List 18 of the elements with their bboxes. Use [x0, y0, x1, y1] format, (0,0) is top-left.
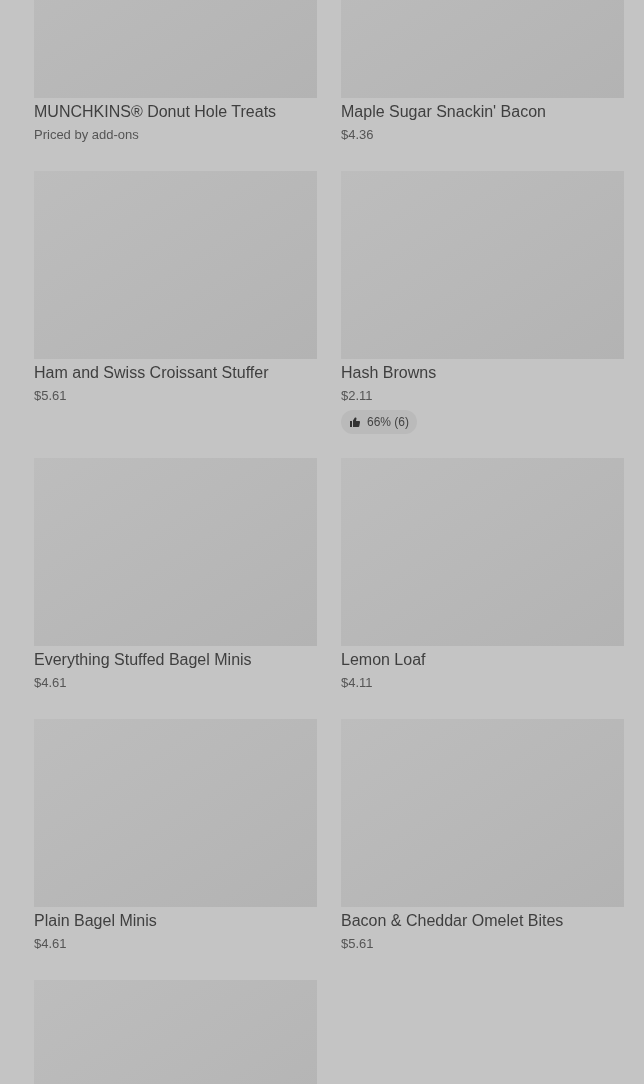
item-name: Bacon & Cheddar Omelet Bites	[341, 911, 564, 931]
item-name: Hash Browns	[341, 363, 437, 383]
item-price: $4.11	[341, 674, 373, 692]
item-price: $4.36	[341, 126, 374, 144]
item-price: $2.11	[341, 387, 373, 405]
item-price: $4.61	[34, 935, 67, 953]
item-price: $5.61	[34, 387, 67, 405]
item-name: Lemon Loaf	[341, 650, 426, 670]
item-name: MUNCHKINS® Donut Hole Treats	[34, 102, 277, 122]
thumbs-up-icon	[349, 416, 361, 428]
item-price: $5.61	[341, 935, 374, 953]
item-name: Maple Sugar Snackin' Bacon	[341, 102, 546, 122]
item-name: Plain Bagel Minis	[34, 911, 157, 931]
item-price: $4.61	[34, 674, 67, 692]
rating-badge: 66% (6)	[341, 410, 418, 434]
item-price: Priced by add-ons	[34, 126, 139, 144]
item-name: Everything Stuffed Bagel Minis	[34, 650, 252, 670]
item-name: Ham and Swiss Croissant Stuffer	[34, 363, 269, 383]
